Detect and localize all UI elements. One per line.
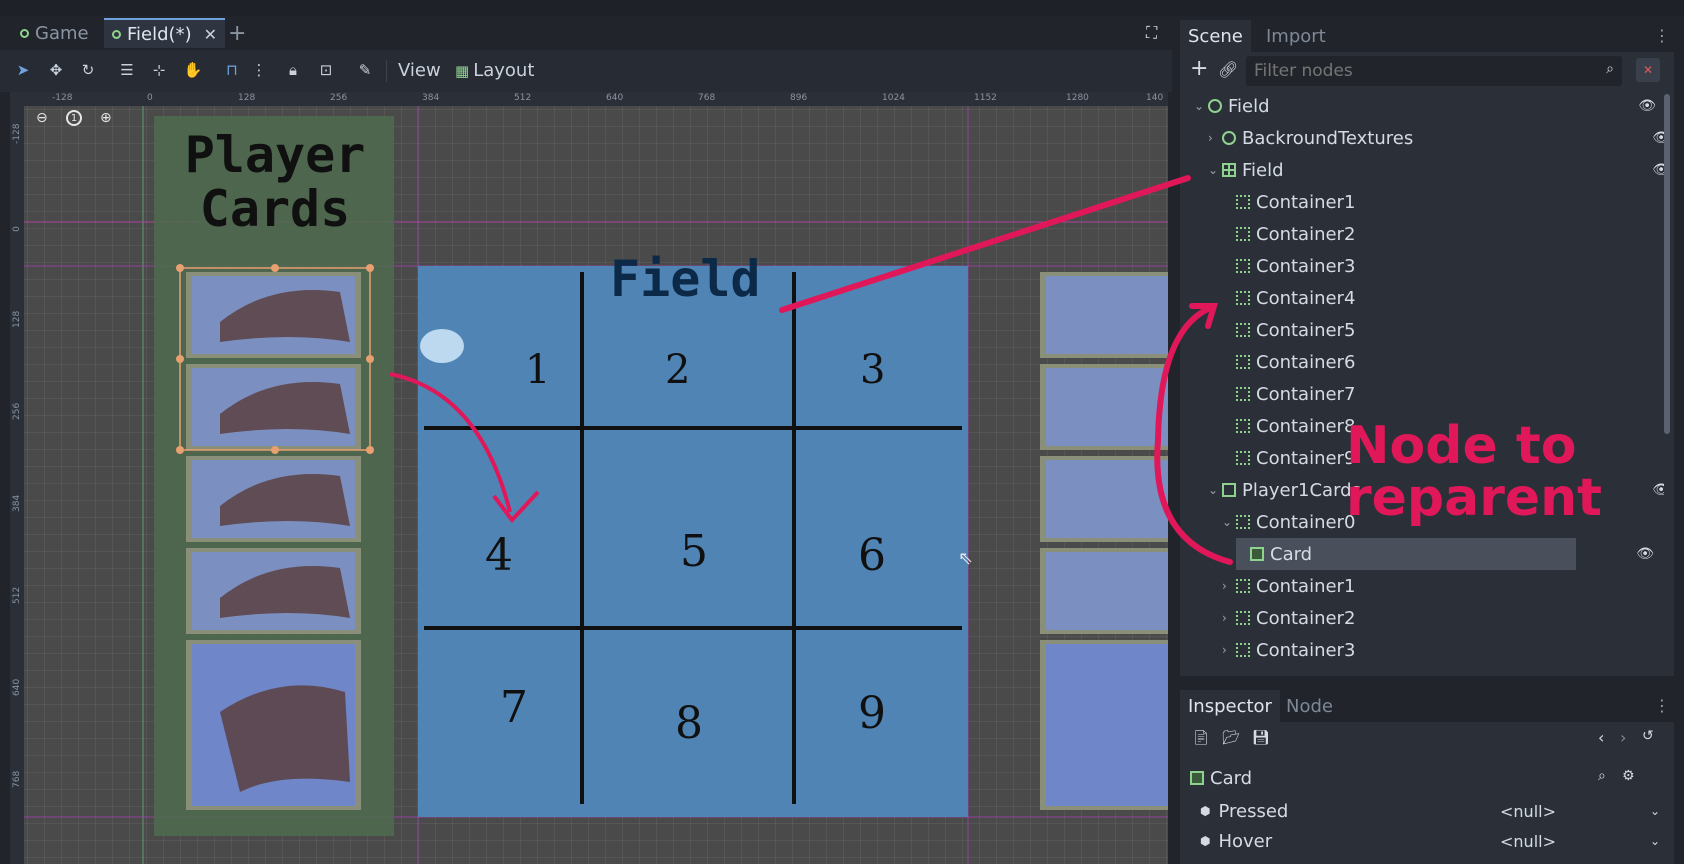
annotation-line [779, 175, 1191, 313]
annotation-curve [1154, 305, 1233, 565]
annotation-label: Node to reparent [1346, 416, 1603, 528]
